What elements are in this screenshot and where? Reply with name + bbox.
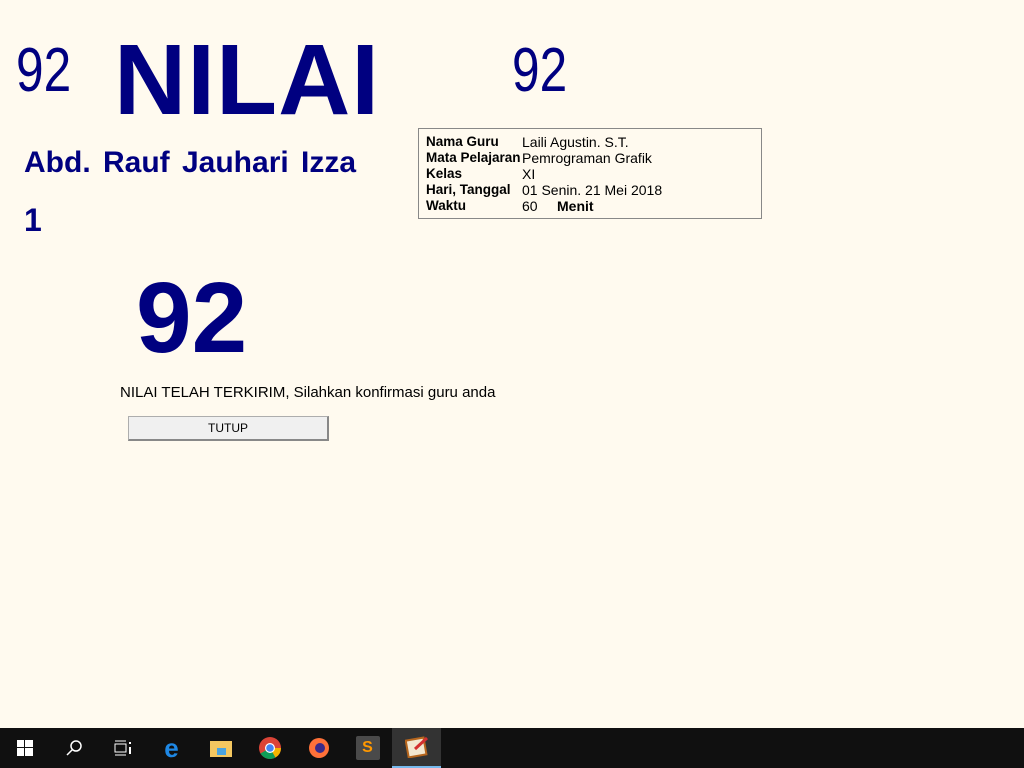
exam-info-panel: Nama Guru Laili Agustin. S.T. Mata Pelaja…: [418, 128, 762, 219]
info-value: 60: [522, 198, 538, 214]
info-label: Mata Pelajaran: [426, 150, 521, 165]
info-label: Kelas: [426, 166, 463, 181]
firefox-icon[interactable]: [294, 728, 343, 768]
page-title: NILAI: [114, 24, 381, 136]
task-view-icon[interactable]: [98, 728, 147, 768]
info-label: Hari, Tanggal: [426, 182, 511, 197]
info-label: Waktu: [426, 198, 466, 213]
sublime-text-icon[interactable]: S: [343, 728, 392, 768]
chrome-icon[interactable]: [245, 728, 294, 768]
taskbar: e S: [0, 728, 1024, 768]
info-value: 01 Senin. 21 Mei 2018: [522, 182, 663, 198]
score-left: 92: [16, 36, 72, 105]
exam-app-icon[interactable]: [392, 728, 441, 768]
edge-icon[interactable]: e: [147, 728, 196, 768]
info-value: Pemrograman Grafik: [522, 150, 652, 166]
close-button[interactable]: TUTUP: [128, 416, 329, 441]
student-name: Abd. Rauf Jauhari Izza: [24, 146, 357, 179]
score-right: 92: [512, 36, 568, 105]
windows-start-icon[interactable]: [0, 728, 49, 768]
info-unit: Menit: [557, 198, 594, 214]
file-explorer-icon[interactable]: [196, 728, 245, 768]
info-value: XI: [522, 166, 536, 182]
final-score: 92: [136, 262, 248, 374]
info-label: Nama Guru: [426, 134, 499, 149]
search-icon[interactable]: [49, 728, 98, 768]
info-value: Laili Agustin. S.T.: [522, 134, 629, 150]
student-number: 1: [24, 202, 42, 238]
status-message: NILAI TELAH TERKIRIM, Silahkan konfirmas…: [120, 384, 496, 401]
